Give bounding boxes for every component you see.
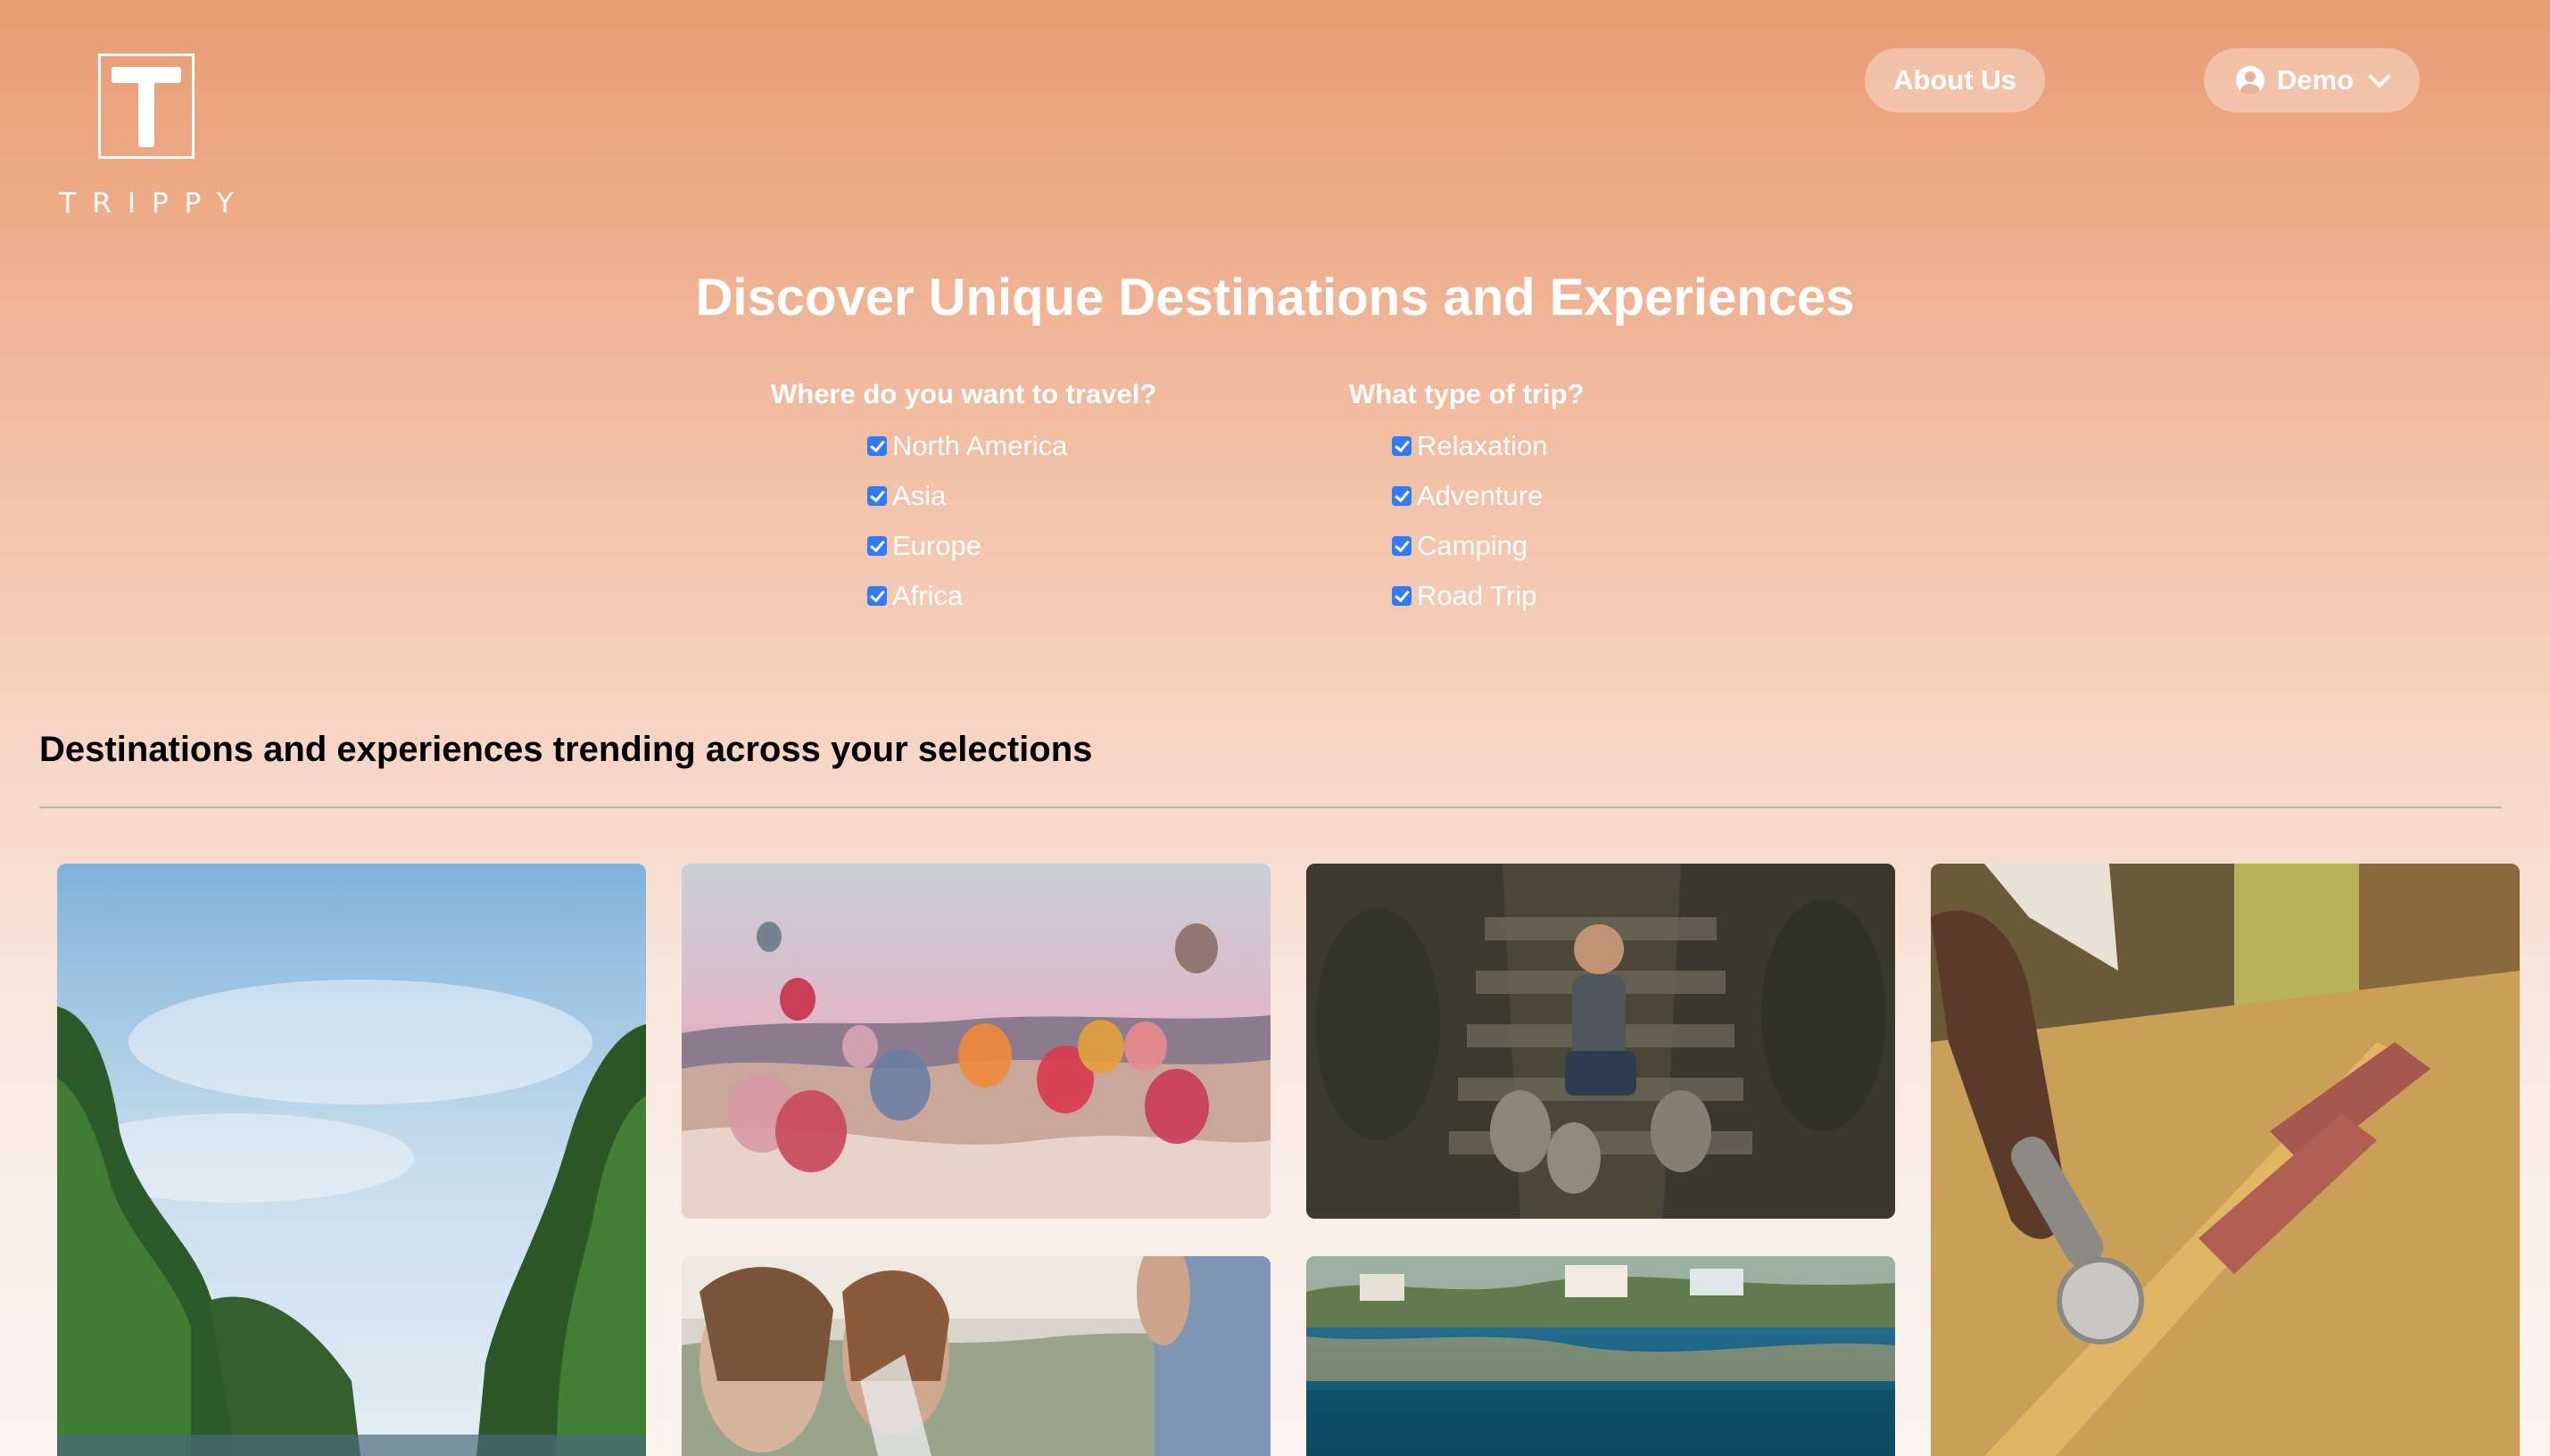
checkbox-checked-icon[interactable] [1392,536,1412,556]
experience-card-pasta[interactable] [1931,864,2520,1456]
option-north-america[interactable]: North America [867,421,1156,471]
wine-tasting-photo [682,1256,1271,1456]
option-europe[interactable]: Europe [867,521,1156,571]
checkbox-checked-icon[interactable] [867,486,887,506]
section-divider [39,807,2502,808]
option-africa[interactable]: Africa [867,571,1156,621]
user-avatar-icon [2235,66,2264,95]
coastal-lake-photo [1306,1256,1895,1456]
trip-type-filter-title: What type of trip? [1349,378,1585,410]
checkbox-checked-icon[interactable] [1392,586,1412,606]
temple-photo [1306,864,1895,1219]
trip-type-filter: What type of trip? Relaxation Adventure … [1349,378,1584,621]
option-label: Asia [892,480,947,511]
option-label: Camping [1417,530,1528,561]
brand-name: TRIPPY [59,187,250,219]
checkbox-checked-icon[interactable] [1392,486,1412,506]
logo-mark-icon [98,54,195,159]
option-road-trip[interactable]: Road Trip [1392,571,1584,621]
option-label: Adventure [1417,480,1544,511]
checkbox-checked-icon[interactable] [867,586,887,606]
destination-card-coast[interactable] [1306,1256,1895,1456]
option-label: Europe [892,530,981,561]
destination-filter: Where do you want to travel? North Ameri… [771,378,1156,621]
user-name-label: Demo [2276,64,2355,95]
trending-section-title: Destinations and experiences trending ac… [39,730,1093,769]
destination-filter-title: Where do you want to travel? [771,378,1157,410]
about-us-button[interactable]: About Us [1865,48,2045,112]
option-asia[interactable]: Asia [867,471,1156,521]
brand-logo[interactable]: TRIPPY [52,52,257,221]
balloons-photo [682,864,1271,1219]
option-label: Relaxation [1417,430,1548,461]
checkbox-checked-icon[interactable] [1392,436,1412,456]
checkbox-checked-icon[interactable] [867,436,887,456]
option-adventure[interactable]: Adventure [1392,471,1584,521]
pasta-photo [1931,864,2520,1456]
option-relaxation[interactable]: Relaxation [1392,421,1584,471]
chevron-down-icon [2368,65,2391,88]
page-title: Discover Unique Destinations and Experie… [695,269,1855,327]
option-label: North America [892,430,1068,461]
option-label: Road Trip [1417,580,1537,611]
checkbox-checked-icon[interactable] [867,536,887,556]
user-menu-button[interactable]: Demo [2204,48,2420,112]
experience-card-wine[interactable] [682,1256,1271,1456]
destination-card-temple[interactable] [1306,864,1895,1219]
cliffs-photo [57,864,646,1456]
option-camping[interactable]: Camping [1392,521,1584,571]
destination-card-cliffs[interactable] [57,864,646,1456]
destination-card-balloons[interactable] [682,864,1271,1219]
option-label: Africa [892,580,964,611]
